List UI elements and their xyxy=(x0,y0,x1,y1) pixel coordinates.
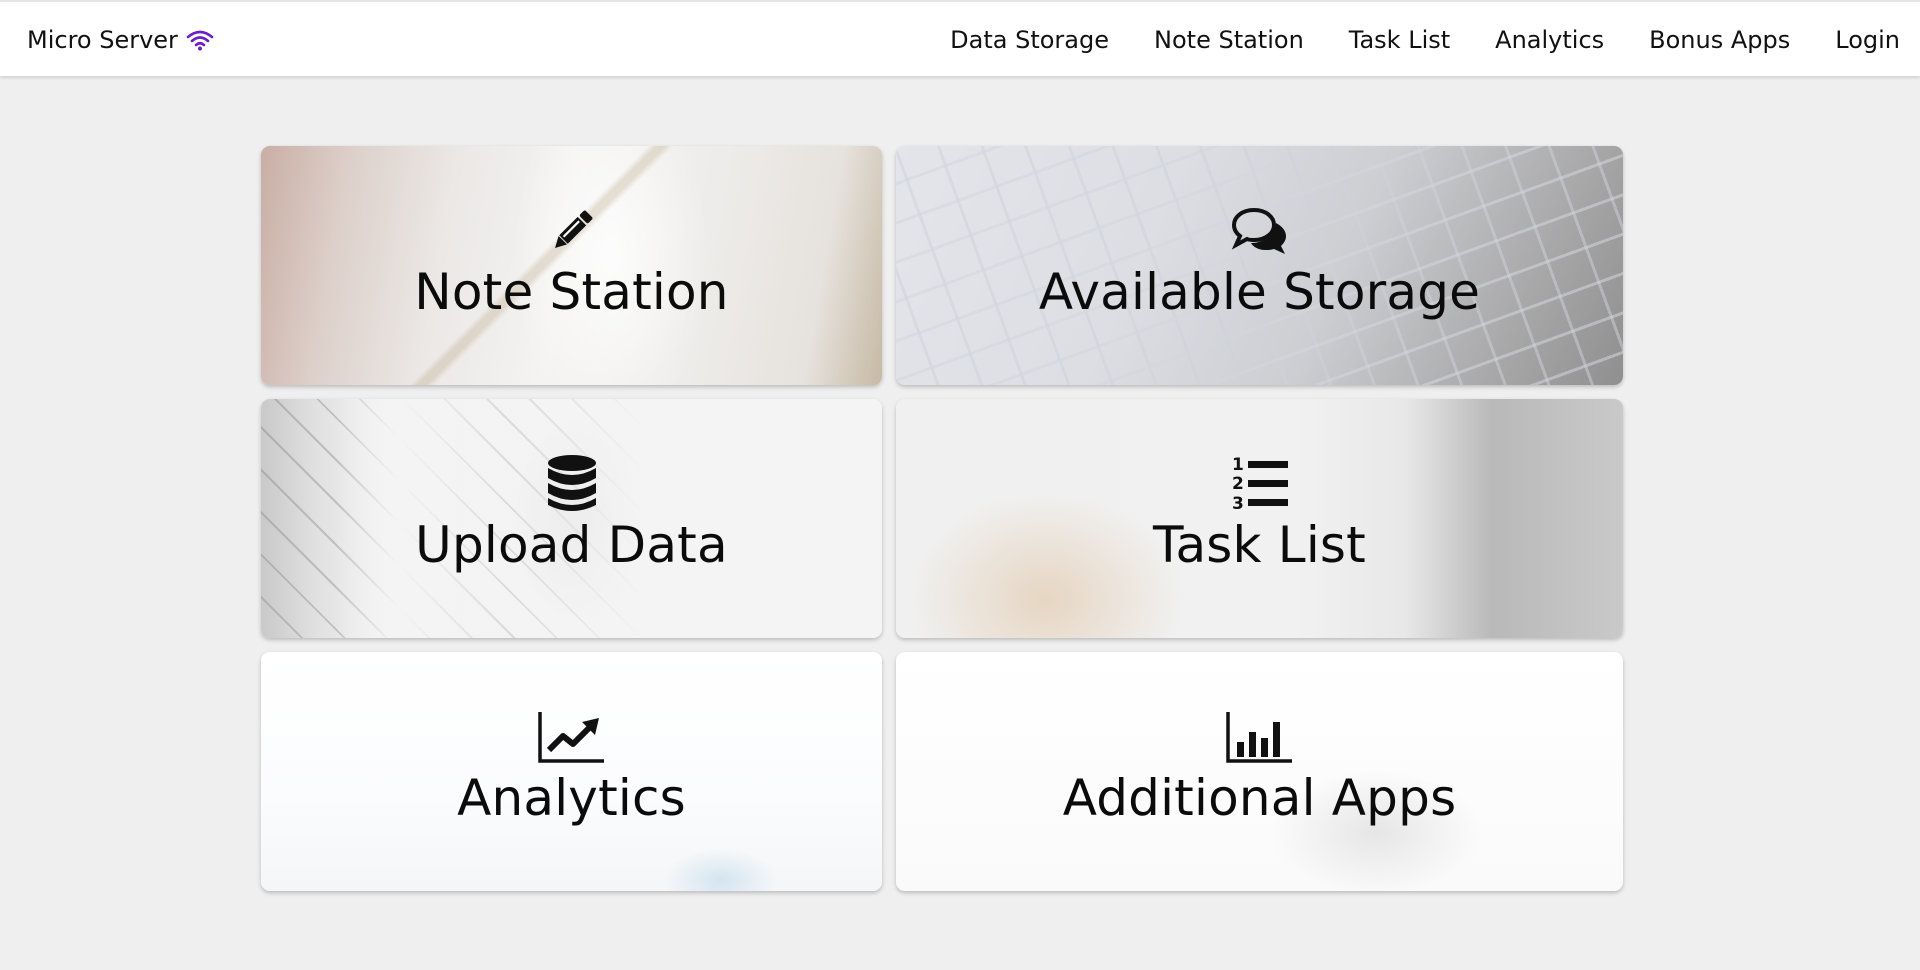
nav-login[interactable]: Login xyxy=(1835,26,1900,54)
tile-available-storage[interactable]: Available Storage xyxy=(896,146,1623,385)
line-chart-icon xyxy=(537,709,607,765)
ordered-list-icon: 1 2 3 xyxy=(1230,455,1290,514)
app-tile-grid: Note Station Available Storage Upload Da… xyxy=(261,146,1623,891)
nav-data-storage[interactable]: Data Storage xyxy=(950,26,1109,54)
tile-label: Upload Data xyxy=(415,515,728,574)
nav-analytics[interactable]: Analytics xyxy=(1495,26,1604,54)
tile-note-station[interactable]: Note Station xyxy=(261,146,882,385)
wifi-icon xyxy=(186,29,214,51)
tile-additional-apps[interactable]: Additional Apps xyxy=(896,652,1623,891)
brand-link[interactable]: Micro Server xyxy=(27,24,214,56)
brand-name: Micro Server xyxy=(27,26,178,54)
svg-text:2: 2 xyxy=(1232,474,1244,494)
tile-label: Note Station xyxy=(414,262,729,321)
nav-bonus-apps[interactable]: Bonus Apps xyxy=(1649,26,1790,54)
tile-task-list[interactable]: 1 2 3 Task List xyxy=(896,399,1623,638)
pencil-icon xyxy=(546,203,598,259)
bar-chart-icon xyxy=(1225,709,1295,765)
tile-label: Analytics xyxy=(457,768,686,827)
nav-task-list[interactable]: Task List xyxy=(1349,26,1450,54)
database-icon xyxy=(546,454,598,512)
comments-icon xyxy=(1230,203,1290,259)
svg-text:3: 3 xyxy=(1232,494,1244,514)
tile-upload-data[interactable]: Upload Data xyxy=(261,399,882,638)
tile-label: Available Storage xyxy=(1038,262,1481,321)
nav-note-station[interactable]: Note Station xyxy=(1154,26,1304,54)
tile-analytics[interactable]: Analytics xyxy=(261,652,882,891)
nav-links: Data Storage Note Station Task List Anal… xyxy=(905,24,1900,56)
tile-label: Task List xyxy=(1152,515,1366,574)
svg-text:1: 1 xyxy=(1232,455,1244,475)
top-navbar: Micro Server Data Storage Note Station T… xyxy=(0,0,1920,76)
tile-label: Additional Apps xyxy=(1062,768,1457,827)
